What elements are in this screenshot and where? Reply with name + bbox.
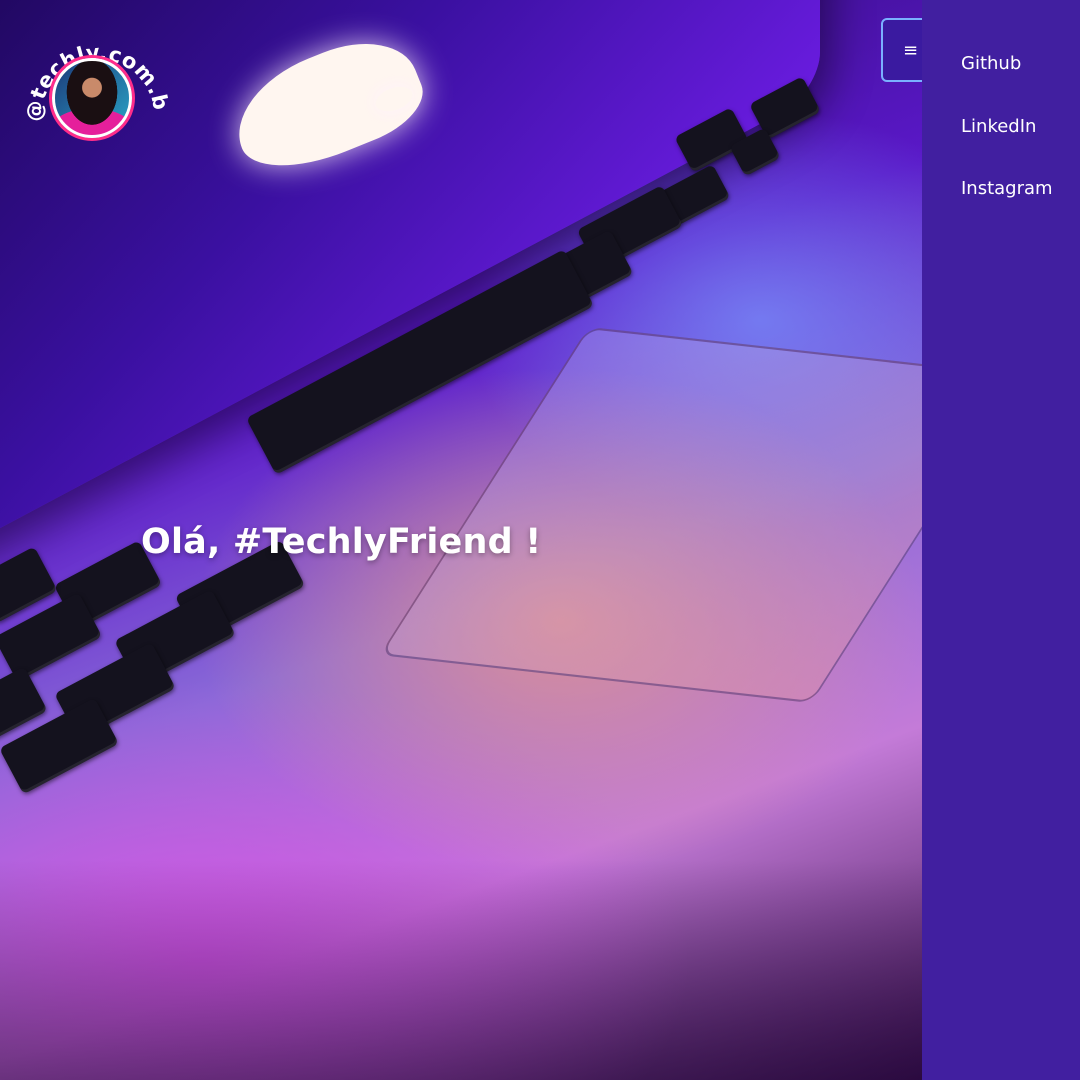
linkedin-link[interactable]: LinkedIn xyxy=(961,116,1036,137)
sidebar-item-instagram: Instagram xyxy=(922,175,1080,238)
hero-shade xyxy=(0,860,922,1080)
github-link[interactable]: Github xyxy=(961,53,1021,74)
sidebar-list: Github LinkedIn Instagram xyxy=(922,0,1080,238)
hero-greeting: Olá, #TechlyFriend ! xyxy=(141,522,542,562)
sidebar-menu: Github LinkedIn Instagram xyxy=(922,0,1080,1080)
instagram-link[interactable]: Instagram xyxy=(961,178,1053,199)
sidebar-item-linkedin: LinkedIn xyxy=(922,113,1080,176)
hamburger-icon: ≡ xyxy=(903,40,919,61)
avatar xyxy=(52,58,132,138)
sidebar-item-github: Github xyxy=(922,50,1080,113)
brand-badge[interactable]: @techly.com.br xyxy=(8,10,168,140)
trackpad xyxy=(379,326,922,704)
